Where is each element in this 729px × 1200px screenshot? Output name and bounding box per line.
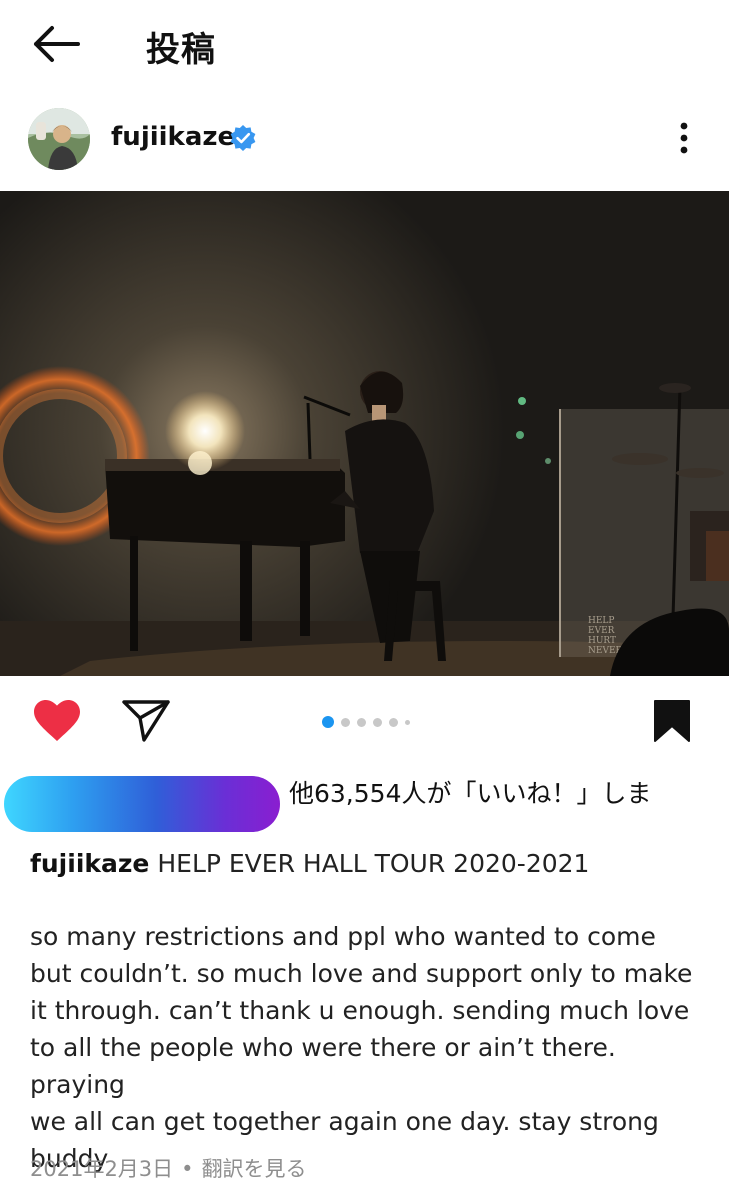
page-title: 投稿: [146, 30, 216, 70]
redaction-overlay: [4, 776, 280, 832]
meta-separator: •: [181, 1157, 194, 1181]
carousel-dot: [405, 719, 410, 725]
avatar-image: [28, 108, 90, 170]
carousel-dot: [341, 717, 350, 727]
caption-body: so many restrictions and ppl who wanted …: [30, 918, 710, 1177]
caption-line: so many restrictions and ppl who wanted …: [30, 922, 656, 951]
top-bar: 投稿: [0, 0, 729, 90]
carousel-dot: [373, 717, 382, 727]
paper-plane-icon[interactable]: [120, 696, 172, 744]
likes-count[interactable]: 他63,554人が「いいね！」しま: [289, 774, 651, 810]
verified-badge-icon: [230, 125, 256, 151]
caption-line: to all the people who were there or ain’…: [30, 1033, 616, 1099]
arrow-left-icon[interactable]: [30, 22, 82, 66]
bookmark-filled-icon[interactable]: [652, 698, 692, 744]
concert-photo: HELP EVER HURT NEVER: [0, 191, 729, 676]
svg-text:HELP: HELP: [588, 616, 614, 626]
username[interactable]: fujiikaze: [111, 122, 235, 152]
carousel-indicator: [322, 716, 410, 728]
caption-line: it through. can’t thank u enough. sendin…: [30, 996, 690, 1025]
post-photo[interactable]: HELP EVER HURT NEVER: [0, 191, 729, 676]
caption-headline: HELP EVER HALL TOUR 2020-2021: [157, 849, 590, 878]
likes-row: 他63,554人が「いいね！」しま: [0, 770, 729, 832]
svg-text:HURT: HURT: [588, 636, 616, 646]
more-vertical-icon[interactable]: [664, 116, 704, 160]
carousel-dot: [357, 717, 366, 727]
avatar[interactable]: [28, 108, 90, 170]
post-header: fujiikaze: [0, 100, 729, 180]
caption-headline-line: fujiikaze HELP EVER HALL TOUR 2020-2021: [30, 845, 710, 882]
caption-line: we all can get together again one day. s…: [30, 1107, 659, 1136]
post-date: 2021年2月3日: [30, 1157, 174, 1181]
caption-username[interactable]: fujiikaze: [30, 849, 149, 878]
post-actions: [0, 690, 729, 754]
carousel-dot: [389, 717, 398, 727]
carousel-dot-active: [322, 716, 334, 728]
heart-filled-icon[interactable]: [32, 698, 82, 744]
post-caption: fujiikaze HELP EVER HALL TOUR 2020-2021 …: [30, 845, 710, 1177]
post-meta: 2021年2月3日 • 翻訳を見る: [30, 1153, 307, 1183]
caption-line: but couldn’t. so much love and support o…: [30, 959, 693, 988]
translate-link[interactable]: 翻訳を見る: [202, 1157, 307, 1181]
svg-text:EVER: EVER: [588, 626, 615, 636]
